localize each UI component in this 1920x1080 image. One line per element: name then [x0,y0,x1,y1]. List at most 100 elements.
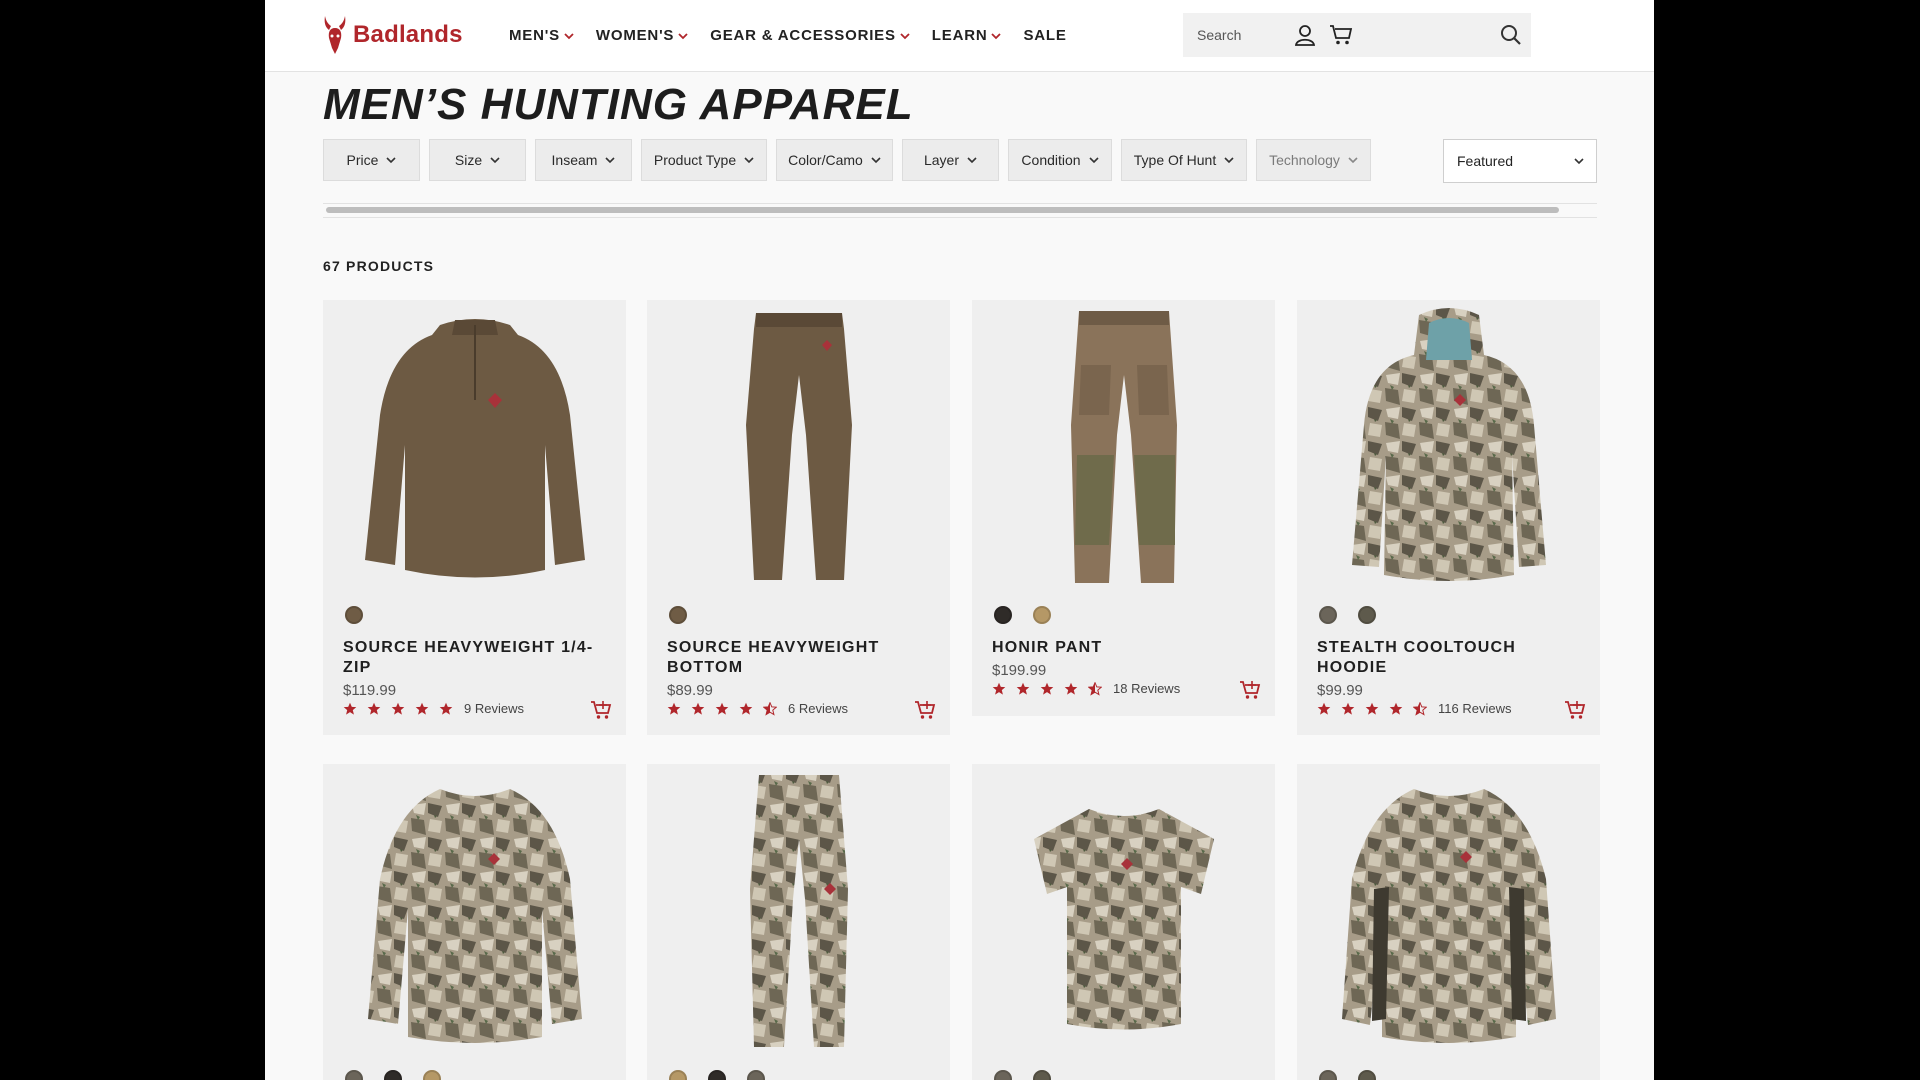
filter-scrollbar[interactable] [323,203,1597,218]
account-button[interactable] [1292,22,1318,48]
review-count[interactable]: 6 Reviews [788,701,848,716]
star-icon [1365,702,1379,715]
product-image[interactable] [1297,300,1600,590]
filter-product-type[interactable]: Product Type [641,139,767,181]
product-card[interactable]: STEALTH COOLTOUCH HOODIE $99.99 116 Review… [1297,300,1600,735]
half-star-icon [1413,701,1427,716]
star-icon [1389,702,1403,715]
main-nav: MEN'S WOMEN'S GEAR & ACCESSORIES LEARN S… [509,27,1089,44]
star-icon [391,702,405,715]
color-swatch[interactable] [669,606,687,624]
chevron-down-icon [678,32,688,39]
color-swatch[interactable] [669,1070,687,1080]
product-image[interactable] [972,300,1275,590]
page-viewport: Badlands MEN'S WOMEN'S GEAR & ACCESSORIE… [265,0,1654,1080]
filter-label: Inseam [551,152,598,168]
add-to-cart-button[interactable] [1564,699,1586,721]
color-swatch[interactable] [1033,606,1051,624]
filter-type-of-hunt[interactable]: Type Of Hunt [1121,139,1247,181]
product-card[interactable]: HONIR PANT $199.99 18 Reviews [972,300,1275,716]
filter-layer[interactable]: Layer [902,139,999,181]
chevron-down-icon [900,32,910,39]
product-card[interactable] [972,764,1275,1080]
product-card[interactable] [323,764,626,1080]
star-icon [1040,682,1054,695]
color-swatch[interactable] [1033,1070,1051,1080]
chevron-down-icon [871,157,881,164]
site-header: Badlands MEN'S WOMEN'S GEAR & ACCESSORIE… [265,0,1654,72]
review-count[interactable]: 18 Reviews [1113,681,1180,696]
product-image[interactable] [1297,764,1600,1054]
filter-technology[interactable]: Technology [1256,139,1371,181]
product-image[interactable] [972,764,1275,1054]
star-icon [715,702,729,715]
filter-size[interactable]: Size [429,139,526,181]
sort-select[interactable]: Featured [1443,139,1597,183]
add-to-cart-button[interactable] [1239,679,1261,701]
color-swatch[interactable] [994,1070,1012,1080]
product-image[interactable] [647,764,950,1054]
star-icon [1064,682,1078,695]
star-icon [1317,702,1331,715]
color-swatches [994,606,1072,624]
product-count: 67 PRODUCTS [323,258,435,274]
search-box [1183,13,1531,57]
search-button[interactable] [1491,13,1531,57]
color-swatches [669,606,708,624]
color-swatch[interactable] [747,1070,765,1080]
color-swatch[interactable] [345,606,363,624]
nav-item-womens[interactable]: WOMEN'S [596,27,688,44]
half-star-icon [1088,681,1102,696]
product-card[interactable] [647,764,950,1080]
product-image[interactable] [323,300,626,590]
color-swatch[interactable] [345,1070,363,1080]
color-swatch[interactable] [1358,606,1376,624]
review-count[interactable]: 9 Reviews [464,701,524,716]
product-card[interactable]: SOURCE HEAVYWEIGHT 1/4-ZIP $119.99 9 Revie… [323,300,626,735]
nav-item-gear-accessories[interactable]: GEAR & ACCESSORIES [710,27,910,44]
nav-item-mens[interactable]: MEN'S [509,27,574,44]
review-count[interactable]: 116 Reviews [1438,701,1511,716]
color-swatches [994,1070,1072,1080]
color-swatches [345,606,384,624]
product-card[interactable]: SOURCE HEAVYWEIGHT BOTTOM $89.99 6 Reviews [647,300,950,735]
filter-inseam[interactable]: Inseam [535,139,632,181]
color-swatch[interactable] [1319,606,1337,624]
color-swatch[interactable] [423,1070,441,1080]
search-icon [1501,25,1521,45]
chevron-down-icon [1224,157,1234,164]
filter-scrollbar-thumb[interactable] [326,207,1559,213]
color-swatch[interactable] [1358,1070,1376,1080]
brand-logo[interactable]: Badlands [322,14,463,56]
color-swatch[interactable] [708,1070,726,1080]
filter-label: Technology [1269,152,1340,168]
chevron-down-icon [605,157,616,164]
chevron-down-icon [1574,158,1584,165]
add-to-cart-button[interactable] [590,699,612,721]
filter-condition[interactable]: Condition [1008,139,1112,181]
product-price: $99.99 [1317,682,1363,699]
star-icon [439,702,453,715]
color-swatch[interactable] [994,606,1012,624]
sort-selected-value: Featured [1457,153,1514,169]
product-image[interactable] [323,764,626,1054]
nav-item-sale[interactable]: SALE [1023,27,1066,44]
nav-item-label: MEN'S [509,27,560,44]
add-to-cart-button[interactable] [914,699,936,721]
product-name[interactable]: SOURCE HEAVYWEIGHT BOTTOM [667,638,932,678]
deer-skull-logo-icon [324,16,346,54]
add-to-cart-icon [591,701,612,719]
cart-button[interactable] [1328,22,1354,48]
filter-color-camo[interactable]: Color/Camo [776,139,893,181]
product-name[interactable]: HONIR PANT [992,638,1257,658]
filter-price[interactable]: Price [323,139,420,181]
product-name[interactable]: SOURCE HEAVYWEIGHT 1/4-ZIP [343,638,608,678]
cart-icon [1330,25,1353,45]
product-card[interactable] [1297,764,1600,1080]
color-swatch[interactable] [384,1070,402,1080]
nav-item-learn[interactable]: LEARN [932,27,1002,44]
color-swatch[interactable] [1319,1070,1337,1080]
product-name[interactable]: STEALTH COOLTOUCH HOODIE [1317,638,1582,678]
product-image[interactable] [647,300,950,590]
product-rating: 9 Reviews [343,701,524,716]
